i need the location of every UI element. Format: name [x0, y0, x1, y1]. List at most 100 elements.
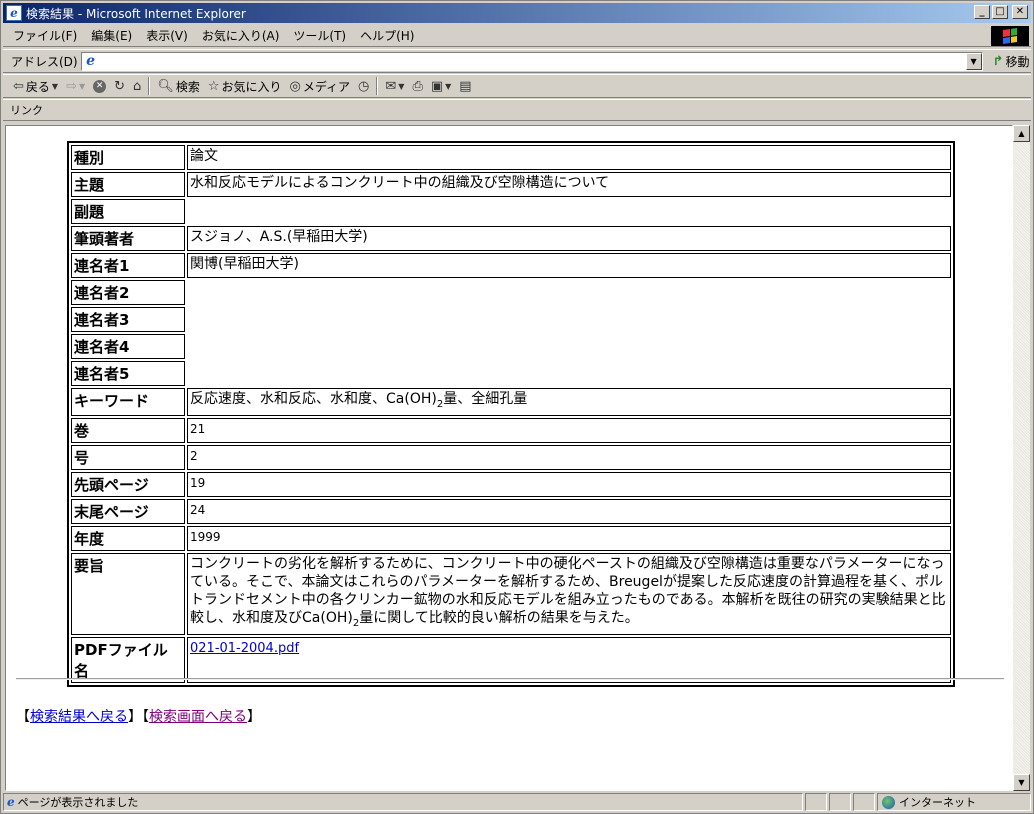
- menu-file[interactable]: ファイル(F): [3, 27, 84, 44]
- field-label: PDFファイル名: [71, 636, 185, 683]
- mail-button[interactable]: ✉ ▼: [381, 79, 408, 94]
- field-label: キーワード: [71, 388, 185, 416]
- favorites-label: お気に入り: [221, 79, 282, 94]
- field-label: 連名者3: [71, 307, 185, 332]
- address-dropdown-icon[interactable]: ▼: [965, 52, 982, 70]
- field-value: 24: [187, 498, 951, 524]
- media-button[interactable]: ◎ メディア: [286, 78, 355, 95]
- discuss-icon: ▤: [459, 78, 472, 94]
- field-label: 副題: [71, 199, 185, 224]
- forward-dropdown-icon[interactable]: ▼: [79, 82, 85, 91]
- history-button[interactable]: ◷: [354, 79, 373, 94]
- field-label: 年度: [71, 525, 185, 551]
- field-value: 水和反応モデルによるコンクリート中の組織及び空隙構造について: [187, 172, 951, 197]
- table-row: 筆頭著者 スジョノ、A.S.(早稲田大学): [71, 226, 951, 251]
- window-title: 検索結果 - Microsoft Internet Explorer: [26, 6, 246, 21]
- security-zone: インターネット: [877, 793, 1031, 811]
- refresh-button[interactable]: ↻: [110, 79, 129, 94]
- record-table: 種別 論文 主題 水和反応モデルによるコンクリート中の組織及び空隙構造について 副題 筆…: [67, 141, 955, 687]
- stop-button[interactable]: ✕: [89, 79, 110, 93]
- maximize-button[interactable]: □: [992, 5, 1008, 19]
- field-label: 連名者2: [71, 280, 185, 305]
- go-button[interactable]: ↱ 移動: [993, 53, 1030, 70]
- table-row: 連名者3: [71, 307, 951, 332]
- bracket-close: 】: [247, 709, 261, 725]
- table-row: 主題 水和反応モデルによるコンクリート中の組織及び空隙構造について: [71, 172, 951, 197]
- mail-dropdown-icon[interactable]: ▼: [398, 82, 404, 91]
- scroll-up-icon[interactable]: ▲: [1013, 125, 1030, 142]
- forward-button[interactable]: ⇨ ▼: [62, 79, 89, 94]
- bracket-open: 【: [142, 709, 149, 725]
- bracket-close: 】: [128, 709, 142, 725]
- title-bar: e 検索結果 - Microsoft Internet Explorer _ □…: [3, 3, 1031, 23]
- menu-bar: ファイル(F) 編集(E) 表示(V) お気に入り(A) ツール(T) ヘルプ(…: [3, 25, 1031, 47]
- field-value-text: 反応速度、水和反応、水和度、Ca(OH): [190, 391, 437, 407]
- table-row: 連名者4: [71, 334, 951, 359]
- field-label: 種別: [71, 145, 185, 170]
- search-button[interactable]: 🔍︎ 検索: [153, 78, 204, 95]
- menu-view[interactable]: 表示(V): [139, 27, 195, 44]
- field-value: 論文: [187, 145, 951, 170]
- field-label: 要旨: [71, 552, 185, 635]
- home-button[interactable]: ⌂: [129, 79, 145, 94]
- field-value-text: 量に関して比較的良い解析の結果を与えた。: [359, 609, 639, 626]
- pdf-file-link[interactable]: 021-01-2004.pdf: [190, 641, 299, 656]
- table-row: 要旨 コンクリートの劣化を解析するために、コンクリート中の硬化ペーストの組織及び空…: [71, 552, 951, 635]
- table-row: 連名者1 関博(早稲田大学): [71, 253, 951, 278]
- back-to-results-link[interactable]: 検索結果へ戻る: [30, 709, 128, 725]
- favorites-button[interactable]: ☆ お気に入り: [204, 78, 286, 95]
- status-message: ページが表示されました: [17, 796, 139, 809]
- table-row: 巻 21: [71, 417, 951, 443]
- media-icon: ◎: [289, 78, 301, 94]
- scroll-down-icon[interactable]: ▼: [1013, 774, 1030, 791]
- minimize-button[interactable]: _: [974, 5, 990, 19]
- close-button[interactable]: ✕: [1012, 5, 1028, 19]
- back-arrow-icon: ⇦: [13, 78, 24, 94]
- mail-icon: ✉: [385, 78, 397, 94]
- empty-field-value: [187, 280, 951, 305]
- table-row: PDFファイル名 021-01-2004.pdf: [71, 636, 951, 683]
- links-bar: リンク: [3, 99, 1031, 121]
- back-to-search-link[interactable]: 検索画面へ戻る: [149, 709, 247, 725]
- menu-help[interactable]: ヘルプ(H): [353, 27, 421, 44]
- go-arrow-icon: ↱: [992, 53, 1004, 69]
- browser-window: e 検索結果 - Microsoft Internet Explorer _ □…: [0, 0, 1034, 814]
- field-value: 反応速度、水和反応、水和度、Ca(OH)2量、全細孔量: [187, 388, 951, 416]
- field-value: 2: [187, 444, 951, 470]
- page-content: 種別 論文 主題 水和反応モデルによるコンクリート中の組織及び空隙構造について 副題 筆…: [5, 125, 1013, 791]
- toolbar-separator: [148, 77, 151, 95]
- table-row: 先頭ページ 19: [71, 471, 951, 497]
- empty-field-value: [187, 307, 951, 332]
- back-dropdown-icon[interactable]: ▼: [52, 82, 58, 91]
- field-label: 末尾ページ: [71, 498, 185, 524]
- table-row: 連名者2: [71, 280, 951, 305]
- address-input[interactable]: e ▼: [80, 51, 983, 71]
- edit-button[interactable]: ▣ ▼: [427, 79, 455, 94]
- table-row: 号2: [71, 444, 951, 470]
- forward-arrow-icon: ⇨: [66, 78, 77, 94]
- print-icon: ⎙: [412, 78, 423, 94]
- field-value-text: 量、全細孔量: [443, 391, 528, 407]
- back-button[interactable]: ⇦ 戻る ▼: [3, 78, 62, 95]
- menu-tools[interactable]: ツール(T): [286, 27, 353, 44]
- menu-edit[interactable]: 編集(E): [84, 27, 139, 44]
- menu-favorites[interactable]: お気に入り(A): [195, 27, 287, 44]
- zone-label: インターネット: [899, 796, 976, 809]
- discuss-button[interactable]: ▤: [455, 79, 475, 94]
- field-value: 21: [187, 417, 951, 443]
- empty-field-value: [187, 199, 951, 224]
- links-label[interactable]: リンク: [3, 102, 43, 118]
- field-value: コンクリートの劣化を解析するために、コンクリート中の硬化ペーストの組織及び空隙構…: [187, 552, 951, 635]
- table-row: キーワード 反応速度、水和反応、水和度、Ca(OH)2量、全細孔量: [71, 388, 951, 416]
- go-label: 移動: [1005, 54, 1030, 69]
- address-bar: アドレス(D) e ▼ ↱ 移動: [3, 49, 1031, 73]
- print-button[interactable]: ⎙: [408, 79, 426, 94]
- edit-dropdown-icon[interactable]: ▼: [445, 82, 451, 91]
- page-navigation: 【検索結果へ戻る】【検索画面へ戻る】: [16, 706, 261, 726]
- search-label: 検索: [175, 79, 200, 94]
- search-icon: 🔍︎: [157, 78, 174, 94]
- field-label: 主題: [71, 172, 185, 197]
- vertical-scrollbar[interactable]: ▲ ▼: [1013, 125, 1030, 791]
- status-bar: e ページが表示されました インターネット: [3, 792, 1031, 812]
- bracket-open: 【: [16, 709, 30, 725]
